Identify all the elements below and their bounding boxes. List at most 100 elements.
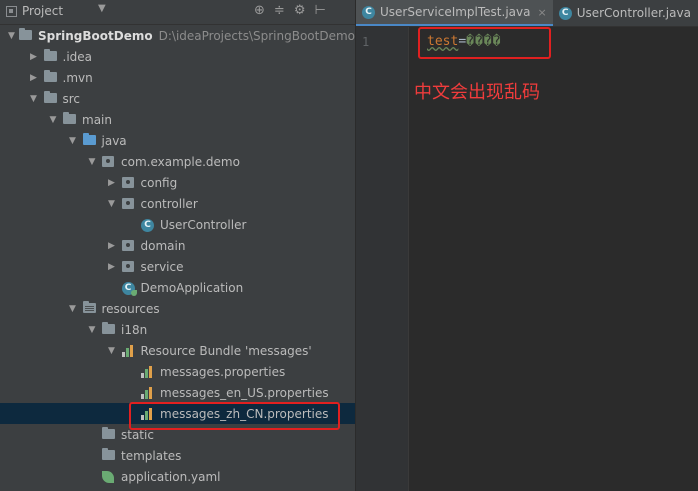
tree-item[interactable]: ▶messages.properties [0, 361, 355, 382]
tree-item-label: controller [140, 196, 198, 211]
expand-arrow-down-icon[interactable]: ▼ [28, 94, 40, 104]
project-view-selector[interactable]: Project [6, 4, 63, 18]
project-panel-toolbar: ⊕ ≑ ⚙ ⊢ [254, 3, 326, 18]
tree-item-label: .mvn [62, 70, 93, 85]
tree-item-label: main [82, 112, 112, 127]
properties-icon [141, 386, 155, 399]
tree-item-label: messages.properties [160, 364, 286, 379]
package-icon [121, 260, 136, 273]
tree-item[interactable]: ▶templates [0, 445, 355, 466]
class-icon: C [362, 5, 375, 19]
tree-item[interactable]: ▼ resources [0, 298, 355, 319]
collapse-all-icon[interactable]: ≑ [274, 3, 285, 18]
locate-icon[interactable]: ⊕ [254, 3, 265, 18]
tree-item[interactable]: ▼ com.example.demo [0, 151, 355, 172]
expand-arrow-down-icon[interactable]: ▼ [67, 304, 79, 314]
expand-arrow-right-icon[interactable]: ▶ [106, 178, 118, 188]
source-folder-icon [82, 132, 97, 147]
tree-item-label: UserController [160, 217, 247, 232]
tab-label: UserServiceImplTest.java [380, 5, 531, 19]
properties-icon [141, 365, 155, 378]
expand-arrow-down-icon[interactable]: ▼ [8, 31, 15, 41]
tab-userserviceimpltest[interactable]: C UserServiceImplTest.java × [356, 0, 553, 26]
tab-usercontroller[interactable]: C UserController.java [553, 0, 697, 26]
tree-item[interactable]: ▶CUserController [0, 214, 355, 235]
expand-arrow-down-icon[interactable]: ▼ [67, 136, 79, 146]
folder-icon [63, 111, 77, 126]
expand-arrow-down-icon[interactable]: ▼ [86, 157, 98, 167]
highlight-box-code [418, 27, 551, 59]
tree-item[interactable]: ▶application.yaml [0, 466, 355, 487]
project-panel: Project ▼ ⊕ ≑ ⚙ ⊢ ▼ SpringBootDemo D:\idea… [0, 0, 355, 491]
tree-item-label: src [62, 91, 81, 106]
project-panel-title: Project [22, 4, 64, 18]
tree-item[interactable]: ▼ SpringBootDemo D:\ideaProjects\SpringBoo… [0, 25, 355, 46]
package-icon [102, 155, 116, 168]
editor-tab-bar: C UserServiceImplTest.java × C UserContr… [356, 0, 698, 27]
expand-arrow-down-icon[interactable]: ▼ [106, 346, 118, 356]
folder-icon [43, 69, 58, 84]
expand-arrow-right-icon[interactable]: ▶ [28, 52, 40, 62]
project-path: D:\ideaProjects\SpringBootDemo [158, 28, 355, 43]
folder-icon [43, 48, 58, 63]
close-icon[interactable]: × [537, 6, 546, 19]
tree-item-label: service [140, 259, 184, 274]
tree-item-label: templates [121, 448, 182, 463]
tree-item-label: com.example.demo [121, 154, 240, 169]
project-panel-header: Project ▼ ⊕ ≑ ⚙ ⊢ [0, 0, 355, 25]
tree-item-label: .idea [62, 49, 93, 64]
expand-arrow-right-icon[interactable]: ▶ [28, 73, 40, 83]
expand-arrow-down-icon[interactable]: ▼ [106, 199, 118, 209]
tree-item[interactable]: ▼ main [0, 109, 355, 130]
tree-item-label: i18n [121, 322, 148, 337]
chevron-down-icon[interactable]: ▼ [98, 3, 106, 14]
tree-item-label: config [140, 175, 178, 190]
resources-folder-icon [82, 300, 97, 315]
tree-item-label: java [101, 133, 127, 148]
class-icon: C [558, 6, 572, 20]
tree-item[interactable]: ▶ service [0, 256, 355, 277]
tree-item[interactable]: ▶messages_en_US.properties [0, 382, 355, 403]
tree-item[interactable]: ▼ src [0, 88, 355, 109]
tree-item[interactable]: ▼ java [0, 130, 355, 151]
tree-item[interactable]: ▶ .mvn [0, 67, 355, 88]
project-icon [6, 5, 17, 17]
spring-class-icon: C [121, 281, 137, 296]
tree-item-label: application.yaml [121, 469, 221, 484]
tree-item[interactable]: ▶ .idea [0, 46, 355, 67]
tree-item[interactable]: ▼ Resource Bundle 'messages' [0, 340, 355, 361]
hide-panel-icon[interactable]: ⊢ [314, 3, 325, 18]
tree-item-label: Resource Bundle 'messages' [140, 343, 312, 358]
folder-icon [19, 27, 33, 42]
folder-icon [102, 426, 116, 441]
folder-icon [102, 321, 116, 336]
annotation-text: 中文会出现乱码 [414, 82, 540, 103]
expand-arrow-down-icon[interactable]: ▼ [86, 325, 98, 335]
editor-gutter: 1 [356, 27, 409, 491]
resource-bundle-icon [121, 344, 136, 357]
folder-icon [43, 90, 58, 105]
tree-item[interactable]: ▶CDemoApplication [0, 277, 355, 298]
yaml-icon [102, 470, 116, 483]
expand-arrow-right-icon[interactable]: ▶ [106, 262, 118, 272]
line-number: 1 [362, 35, 370, 49]
folder-icon [102, 447, 116, 462]
class-icon: C [141, 218, 155, 232]
expand-arrow-right-icon[interactable]: ▶ [106, 241, 118, 251]
tree-item[interactable]: ▶ config [0, 172, 355, 193]
expand-arrow-down-icon[interactable]: ▼ [47, 115, 59, 125]
tab-label: UserController.java [576, 6, 691, 20]
gear-icon[interactable]: ⚙ [294, 3, 306, 18]
package-icon [121, 176, 136, 189]
tree-item-label: resources [101, 301, 160, 316]
tree-item[interactable]: ▶ domain [0, 235, 355, 256]
tree-item-label: DemoApplication [140, 280, 244, 295]
tree-item-label: SpringBootDemo [38, 28, 153, 43]
package-icon [121, 239, 136, 252]
tree-item[interactable]: ▼ i18n [0, 319, 355, 340]
highlight-box-selected-file [129, 402, 340, 430]
tree-item[interactable]: ▼ controller [0, 193, 355, 214]
tree-item-label: domain [140, 238, 186, 253]
package-icon [121, 197, 136, 210]
tree-item-label: messages_en_US.properties [160, 385, 329, 400]
